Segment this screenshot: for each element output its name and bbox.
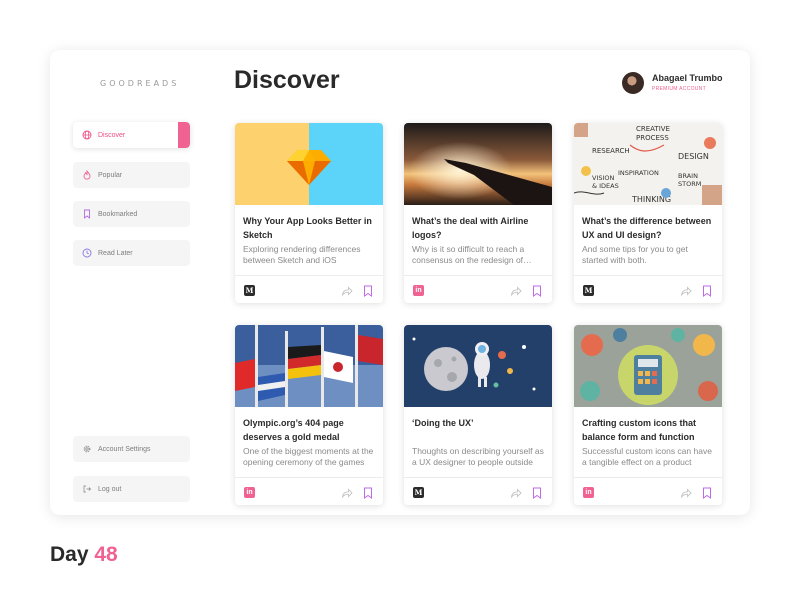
clock-icon [82,248,92,258]
sidebar-item-label: Read Later [98,249,133,257]
day-label-text: Day [50,543,89,566]
card-footer: in [404,275,552,303]
image-word: PROCESS [636,134,669,142]
share-icon[interactable] [680,285,692,297]
article-title[interactable]: Why Your App Looks Better in Sketch [243,214,377,242]
article-image [404,123,552,205]
sidebar-item-discover[interactable]: Discover [73,122,190,148]
article-description: Exploring rendering differences between … [243,244,361,265]
sidebar-item-label: Log out [98,485,122,493]
medium-logo-icon: M [413,487,424,498]
page-title: Discover [234,66,340,94]
bookmark-icon[interactable] [363,285,373,297]
article-description: One of the biggest moments at the openin… [243,446,374,467]
share-icon[interactable] [341,487,353,499]
article-card[interactable]: ‘Doing the UX’ Thoughts on describing yo… [404,325,552,505]
linkedin-logo-icon: in [413,285,424,296]
bookmark-icon[interactable] [532,285,542,297]
image-word: DESIGN [678,152,709,161]
share-icon[interactable] [510,487,522,499]
article-card[interactable]: Why Your App Looks Better in Sketch Expl… [235,123,383,303]
card-footer: M [404,477,552,505]
sidebar-item-bookmarked[interactable]: Bookmarked [73,201,190,227]
article-title[interactable]: Olympic.org’s 404 page deserves a gold m… [243,416,377,444]
sidebar-item-logout[interactable]: Log out [73,476,190,502]
share-icon[interactable] [510,285,522,297]
bookmark-icon [82,209,92,219]
sidebar-item-label: Account Settings [98,445,151,453]
article-card[interactable]: Crafting custom icons that balance form … [574,325,722,505]
user-name[interactable]: Abagael Trumbo [652,73,723,83]
article-image [235,325,383,407]
bookmark-icon[interactable] [363,487,373,499]
flame-icon [82,170,92,180]
sidebar-item-popular[interactable]: Popular [73,162,190,188]
day-number: 48 [94,543,118,566]
account-badge: PREMIUM ACCOUNT [652,86,706,92]
image-word: BRAIN [678,172,698,180]
sidebar-item-label: Popular [98,171,123,179]
article-image [235,123,383,205]
image-word: VISION [592,174,615,182]
article-title[interactable]: Crafting custom icons that balance form … [582,416,716,444]
article-image [574,325,722,407]
card-footer: in [574,477,722,505]
avatar[interactable] [622,72,644,94]
image-word: INSPIRATION [618,169,659,177]
article-description: Why is it so difficult to reach a consen… [412,244,525,265]
article-description: Thoughts on describing yourself as a UX … [412,446,544,467]
sidebar-item-label: Bookmarked [98,210,138,218]
card-footer: M [235,275,383,303]
article-description: And some tips for you to get started wit… [582,244,688,265]
article-image: CREATIVE PROCESS RESEARCH DESIGN VISION … [574,123,722,205]
article-description: Successful custom icons can have a tangi… [582,446,712,467]
medium-logo-icon: M [244,285,255,296]
share-icon[interactable] [341,285,353,297]
image-word: CREATIVE [636,125,670,133]
sidebar-item-label: Discover [98,131,126,139]
card-footer: in [235,477,383,505]
medium-logo-icon: M [583,285,594,296]
globe-icon [82,130,92,140]
article-title[interactable]: ‘Doing the UX’ [412,416,546,430]
brand-logo: GOODREADS [100,79,180,88]
article-title[interactable]: What’s the deal with Airline logos? [412,214,546,242]
bookmark-icon[interactable] [702,487,712,499]
article-title[interactable]: What’s the difference between UX and UI … [582,214,716,242]
image-word: RESEARCH [592,147,630,155]
day-label: Day 48 [50,543,118,567]
article-image [404,325,552,407]
bookmark-icon[interactable] [532,487,542,499]
linkedin-logo-icon: in [244,487,255,498]
active-indicator [178,122,190,148]
sidebar-item-account-settings[interactable]: Account Settings [73,436,190,462]
card-footer: M [574,275,722,303]
image-word: & IDEAS [592,182,619,190]
gear-icon [82,444,92,454]
linkedin-logo-icon: in [583,487,594,498]
article-card[interactable]: CREATIVE PROCESS RESEARCH DESIGN VISION … [574,123,722,303]
share-icon[interactable] [680,487,692,499]
bookmark-icon[interactable] [702,285,712,297]
logout-icon [82,484,92,494]
sidebar-item-read-later[interactable]: Read Later [73,240,190,266]
image-word: STORM [678,180,701,188]
article-card[interactable]: What’s the deal with Airline logos? Why … [404,123,552,303]
article-card[interactable]: Olympic.org’s 404 page deserves a gold m… [235,325,383,505]
